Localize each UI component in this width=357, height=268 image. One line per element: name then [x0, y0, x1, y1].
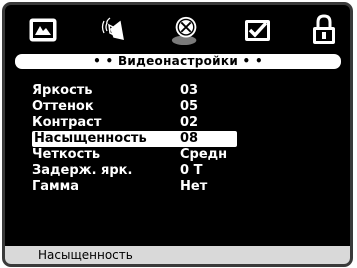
setting-brightness[interactable]: Яркость 03 [30, 83, 240, 99]
menu-tab-bar [5, 9, 350, 53]
status-text: Насыщенность [38, 248, 133, 262]
setting-label: Четкость [32, 147, 101, 162]
setting-contrast[interactable]: Контраст 02 [30, 115, 240, 131]
setting-value: 02 [180, 115, 199, 130]
setting-value: 0 T [180, 163, 203, 178]
setting-label: Гамма [32, 179, 80, 194]
setting-value: Нет [180, 179, 208, 194]
setting-sharpness[interactable]: Четкость Средн [30, 147, 240, 163]
tab-lock[interactable] [308, 14, 340, 45]
speaker-icon [101, 17, 124, 40]
setting-label: Контраст [32, 115, 102, 130]
video-disc-icon [171, 16, 197, 46]
setting-brightness-delay[interactable]: Задерж. ярк. 0 T [30, 163, 240, 179]
setting-label: Насыщенность [34, 131, 147, 146]
osd-menu-panel: • • Видеонастройки • • Яркость 03 Оттено… [2, 2, 353, 267]
setting-label: Оттенок [32, 99, 94, 114]
tab-video[interactable] [170, 15, 202, 46]
setting-value: Средн [180, 147, 228, 162]
tab-audio[interactable] [100, 15, 132, 45]
setting-saturation[interactable]: Насыщенность 08 [32, 131, 237, 147]
picture-icon [29, 18, 57, 42]
checkbox-icon [245, 20, 270, 41]
setting-value: 03 [180, 83, 199, 98]
setting-label: Задерж. ярк. [32, 163, 133, 178]
lock-icon [313, 14, 335, 44]
menu-title: • • Видеонастройки • • [15, 54, 341, 69]
setting-gamma[interactable]: Гамма Нет [30, 179, 240, 195]
setting-value: 05 [180, 99, 199, 114]
setting-label: Яркость [32, 83, 93, 98]
tab-picture[interactable] [27, 15, 59, 45]
tab-preferences[interactable] [242, 15, 274, 45]
setting-value: 08 [180, 131, 199, 146]
setting-hue[interactable]: Оттенок 05 [30, 99, 240, 115]
status-bar: Насыщенность [5, 246, 350, 264]
